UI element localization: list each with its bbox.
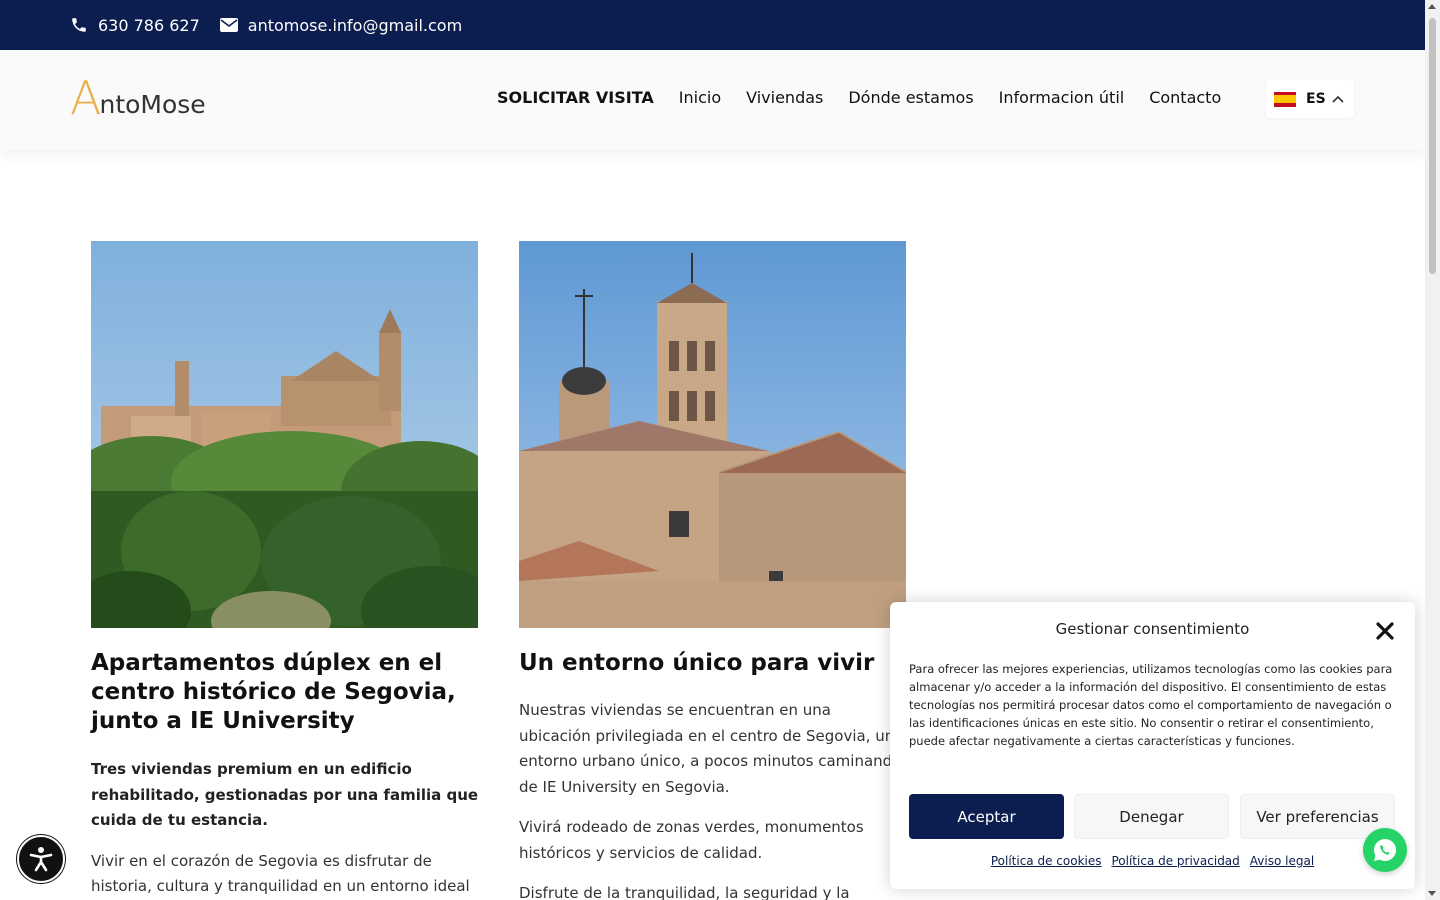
nav-viviendas[interactable]: Viviendas: [746, 88, 823, 107]
site-header: A ntoMose SOLICITAR VISITA Inicio Vivien…: [0, 50, 1425, 150]
segovia-church-photo: [519, 241, 906, 628]
language-code: ES: [1306, 91, 1326, 107]
cookie-consent-dialog: Gestionar consentimiento Para ofrecer la…: [890, 602, 1415, 889]
nav-contacto[interactable]: Contacto: [1149, 88, 1221, 107]
feature-column-duplex: Apartamentos dúplex en el centro históri…: [91, 241, 479, 900]
column-lead: Tres viviendas premium en un edificio re…: [91, 760, 479, 829]
nav-solicitar-visita[interactable]: SOLICITAR VISITA: [497, 88, 654, 107]
phone-icon: [72, 18, 86, 32]
logo-wordmark: ntoMose: [99, 90, 206, 119]
email-contact[interactable]: antomose.info@gmail.com: [219, 15, 463, 35]
scroll-down-arrow-icon[interactable]: [1428, 891, 1436, 896]
close-icon[interactable]: [1374, 620, 1396, 642]
cookie-policy-link[interactable]: Política de cookies: [991, 854, 1102, 868]
accessibility-icon: [29, 847, 53, 872]
language-switcher[interactable]: ES: [1266, 80, 1354, 118]
column-title: Apartamentos dúplex en el centro históri…: [91, 650, 456, 734]
column-paragraph: Nuestras viviendas se encuentran en una …: [519, 701, 902, 796]
column-paragraph: Disfrute de la tranquilidad, la segurida…: [519, 884, 850, 900]
scroll-up-arrow-icon[interactable]: [1428, 4, 1436, 9]
nav-informacion-util[interactable]: Informacion útil: [999, 88, 1125, 107]
phone-contact[interactable]: 630 786 627: [70, 16, 200, 35]
nav-inicio[interactable]: Inicio: [679, 88, 721, 107]
privacy-policy-link[interactable]: Política de privacidad: [1111, 854, 1239, 868]
accessibility-button[interactable]: [17, 835, 65, 883]
chevron-up-icon: [1332, 95, 1344, 103]
antomose-logo[interactable]: A ntoMose: [70, 71, 206, 125]
accept-button[interactable]: Aceptar: [909, 794, 1064, 839]
top-contact-bar: 630 786 627 antomose.info@gmail.com: [0, 0, 1425, 50]
deny-button[interactable]: Denegar: [1074, 794, 1229, 839]
nav-donde-estamos[interactable]: Dónde estamos: [848, 88, 973, 107]
segovia-cathedral-photo: [91, 241, 478, 628]
consent-links: Política de cookies Política de privacid…: [890, 854, 1415, 868]
logo-initial: A: [70, 71, 102, 125]
whatsapp-icon: [1374, 838, 1397, 861]
column-paragraph: Vivir en el corazón de Segovia es disfru…: [91, 851, 470, 896]
envelope-icon: [219, 18, 238, 32]
legal-notice-link[interactable]: Aviso legal: [1250, 854, 1314, 868]
column-paragraph: Vivirá rodeado de zonas verdes, monument…: [519, 818, 864, 862]
email-address: antomose.info@gmail.com: [247, 15, 463, 35]
phone-number: 630 786 627: [98, 15, 200, 35]
consent-description: Para ofrecer las mejores experiencias, u…: [909, 662, 1393, 748]
spain-flag-icon: [1274, 91, 1296, 107]
feature-column-entorno: Un entorno único para vivir Nuestras viv…: [519, 241, 907, 900]
main-nav: SOLICITAR VISITA Inicio Viviendas Dónde …: [497, 88, 1246, 107]
whatsapp-button[interactable]: [1363, 828, 1407, 872]
page-scrollbar[interactable]: [1425, 0, 1440, 900]
scrollbar-thumb[interactable]: [1429, 18, 1436, 274]
column-title: Un entorno único para vivir: [519, 650, 875, 676]
consent-title: Gestionar consentimiento: [1055, 620, 1250, 638]
